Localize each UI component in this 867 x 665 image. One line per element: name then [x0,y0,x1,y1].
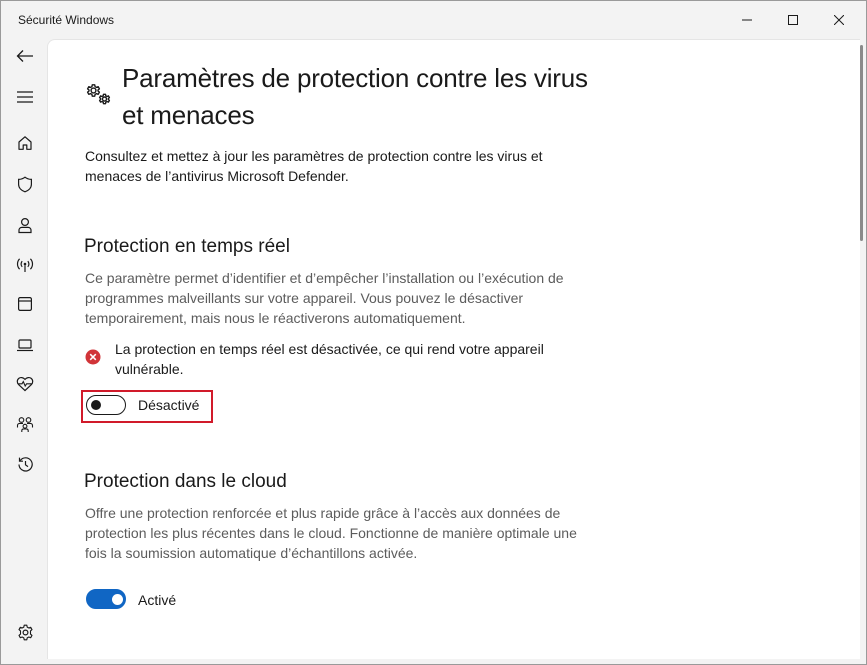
maximize-button[interactable] [770,1,816,39]
app-window: Sécurité Windows Paramètres de protectio… [0,0,867,665]
app-browser-icon [18,297,33,312]
cloud-section-title: Protection dans le cloud [84,471,287,492]
sidebar-item-history[interactable] [5,446,45,482]
page-title: Paramètres de protection contre les viru… [122,63,588,130]
close-icon [834,15,844,25]
cloud-protection-toggle[interactable] [86,589,126,609]
settings-gear-icon [17,624,33,640]
scrollbar-thumb[interactable] [860,45,863,241]
sidebar-item-device-health[interactable] [5,366,45,402]
account-icon [18,217,32,233]
realtime-section-description: Ce paramètre permet d’identifier et d’em… [85,270,564,326]
realtime-protection-toggle[interactable] [86,395,126,415]
realtime-alert-text: La protection en temps réel est désactiv… [115,341,544,377]
network-icon [16,258,34,272]
sidebar-item-firewall[interactable] [5,247,45,283]
main-content: Paramètres de protection contre les viru… [47,39,860,659]
close-button[interactable] [816,1,862,39]
toggle-knob [91,400,101,410]
menu-button[interactable] [5,79,45,115]
family-icon [16,416,34,432]
sidebar-item-family[interactable] [5,406,45,442]
sidebar-item-virus-protection[interactable] [5,166,45,202]
maximize-icon [788,15,798,25]
minimize-icon [742,19,752,21]
shield-icon [18,175,32,192]
back-button[interactable] [5,38,45,74]
settings-gears-icon [86,84,111,105]
device-security-icon [17,339,33,352]
error-icon [85,349,101,365]
sidebar-item-account[interactable] [5,207,45,243]
sidebar-item-app-browser[interactable] [5,286,45,322]
sidebar-nav [1,39,47,665]
history-icon [17,456,33,472]
minimize-button[interactable] [724,1,770,39]
sidebar-item-settings[interactable] [5,614,45,650]
realtime-toggle-label: Désactivé [138,397,200,413]
hamburger-menu-icon [17,91,33,103]
sidebar-item-home[interactable] [5,125,45,161]
cloud-section-description: Offre une protection renforcée et plus r… [85,505,577,561]
back-arrow-icon [16,50,33,62]
title-bar: Sécurité Windows [1,1,866,39]
sidebar-item-device-security[interactable] [5,327,45,363]
realtime-section-title: Protection en temps réel [84,236,290,257]
window-title: Sécurité Windows [18,13,115,27]
toggle-knob [112,593,123,605]
health-icon [16,376,34,392]
cloud-toggle-label: Activé [138,592,177,608]
home-icon [18,136,32,150]
page-description: Consultez et mettez à jour les paramètre… [85,148,543,184]
